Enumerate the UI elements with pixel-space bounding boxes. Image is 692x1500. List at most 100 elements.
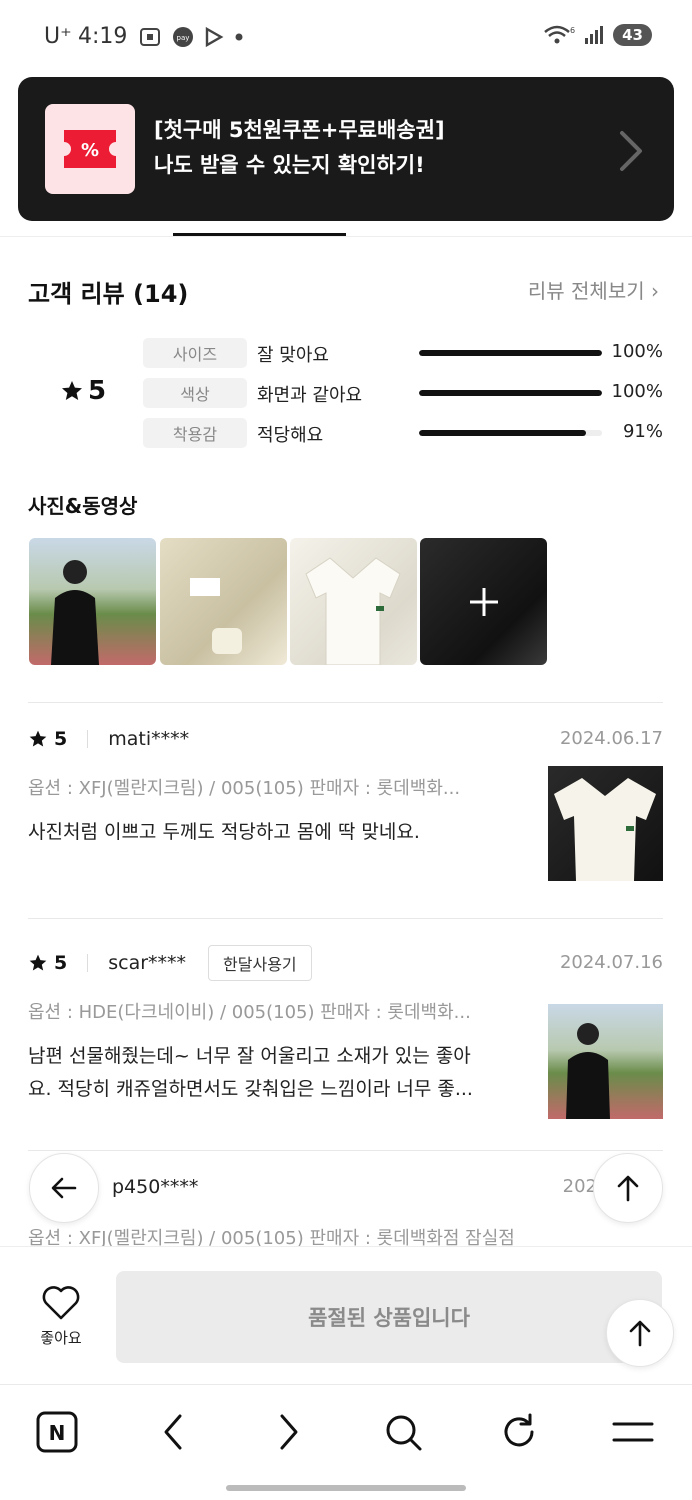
wifi-icon: 6: [544, 25, 575, 44]
attribute-percent: 100%: [611, 381, 663, 402]
shirt-photo: [554, 778, 656, 881]
promo-banner[interactable]: % [첫구매 5천원쿠폰+무료배송권] 나도 받을 수 있는지 확인하기!: [18, 77, 674, 221]
promo-text: [첫구매 5천원쿠폰+무료배송권] 나도 받을 수 있는지 확인하기!: [154, 113, 445, 183]
chevron-right-icon: [620, 131, 642, 171]
review-item: 5 scar**** 한달사용기 2024.07.16 옵션 : HDE(다크네…: [28, 945, 663, 1128]
review-photo[interactable]: [548, 1004, 663, 1119]
review-option: 옵션 : XFJ(멜란지크림) / 005(105) 판매자 : 롯데백화점 잠…: [28, 1228, 515, 1246]
coupon-badge: %: [45, 104, 135, 194]
carrier-label: U⁺: [44, 24, 72, 49]
review-header: 5 scar**** 한달사용기: [28, 945, 312, 981]
review-username: mati****: [108, 728, 190, 750]
review-score: 5: [28, 952, 67, 974]
status-notification-icons: pay: [138, 26, 244, 48]
section-divider: [28, 702, 663, 703]
scroll-top-button[interactable]: [593, 1153, 663, 1223]
more-photos-button[interactable]: [420, 538, 547, 665]
rating-value: 5: [88, 376, 107, 406]
review-option: 옵션 : HDE(다크네이비) / 005(105) 판매자 : 롯데백화...: [28, 1002, 471, 1023]
package-photo: [190, 578, 242, 654]
review-photo[interactable]: [548, 766, 663, 881]
attribute-bar-fill: [419, 350, 602, 356]
naver-logo-icon: N: [36, 1411, 78, 1453]
review-date: 2024.06.17: [559, 728, 663, 749]
browser-refresh-button[interactable]: [496, 1409, 542, 1455]
soldout-button[interactable]: 품절된 상품입니다: [116, 1271, 662, 1363]
star-icon: [62, 381, 82, 400]
person-photo: [51, 560, 99, 665]
attribute-bar: [419, 430, 602, 436]
like-button[interactable]: 좋아요: [34, 1285, 88, 1348]
review-option: 옵션 : XFJ(멜란지크림) / 005(105) 판매자 : 롯데백화...: [28, 778, 461, 799]
browser-search-button[interactable]: [380, 1409, 426, 1455]
review-body: 사진처럼 이쁘고 두께도 적당하고 몸에 딱 맞네요.: [28, 821, 420, 843]
pay-icon: pay: [173, 27, 193, 47]
heart-icon: [42, 1286, 80, 1320]
status-bar: U⁺ 4:19 pay 6 43: [0, 0, 692, 76]
attribute-value: 화면과 같아요: [257, 385, 363, 406]
naver-logo-letter: N: [49, 1421, 66, 1445]
review-photo-thumbnail[interactable]: [290, 538, 417, 665]
attribute-label: 사이즈: [143, 338, 247, 368]
attribute-row-size: 사이즈 잘 맞아요 100%: [143, 338, 663, 368]
average-rating: 5: [60, 376, 106, 406]
attribute-row-color: 색상 화면과 같아요 100%: [143, 378, 663, 408]
home-indicator: [226, 1485, 466, 1491]
promo-line-2: 나도 받을 수 있는지 확인하기!: [154, 153, 425, 177]
review-body-line: 남편 선물해줬는데~ 너무 잘 어울리고 소재가 있는 좋아: [28, 1045, 471, 1067]
see-all-reviews-link[interactable]: 리뷰 전체보기 ›: [528, 275, 659, 304]
status-system-icons: 6 43: [543, 24, 652, 46]
section-divider: [28, 1150, 663, 1151]
back-button[interactable]: [29, 1153, 99, 1223]
person-photo: [566, 1023, 610, 1119]
attribute-percent: 100%: [611, 341, 663, 362]
attribute-bar-fill: [419, 390, 602, 396]
attribute-bar: [419, 390, 602, 396]
browser-forward-button[interactable]: [266, 1409, 312, 1455]
dot-icon: [235, 33, 243, 41]
status-time: 4:19: [78, 24, 128, 49]
svg-text:6: 6: [570, 26, 575, 35]
review-date: 202: [562, 1176, 597, 1197]
battery-indicator: 43: [613, 24, 652, 46]
search-icon: [386, 1415, 422, 1451]
browser-menu-button[interactable]: [610, 1409, 656, 1455]
review-photo-thumbnail[interactable]: [160, 538, 287, 665]
attribute-percent: 91%: [622, 421, 663, 442]
review-item: p450**** 202 옵션 : XFJ(멜란지크림) / 005(105) …: [28, 1172, 663, 1246]
bottom-action-bar: 좋아요 품절된 상품입니다: [0, 1246, 692, 1384]
star-icon: [29, 730, 47, 747]
browser-back-button[interactable]: [150, 1409, 196, 1455]
plus-icon: [469, 587, 498, 616]
attribute-value: 잘 맞아요: [257, 345, 329, 366]
review-item: 5 mati**** 2024.06.17 옵션 : XFJ(멜란지크림) / …: [28, 724, 663, 894]
review-username: p450****: [112, 1176, 199, 1198]
review-date: 2024.07.16: [559, 952, 663, 973]
review-username: scar****: [108, 952, 187, 974]
attribute-bar-fill: [419, 430, 586, 436]
review-photo-thumbnail[interactable]: [29, 538, 156, 665]
naver-home-button[interactable]: N: [34, 1409, 80, 1455]
chevron-right-icon: [280, 1414, 298, 1450]
svg-text:pay: pay: [177, 34, 190, 42]
play-icon: [205, 26, 224, 48]
attribute-label: 색상: [143, 378, 247, 408]
attribute-row-fit: 착용감 적당해요 91%: [143, 418, 663, 448]
review-body-line: 요. 적당히 캐쥬얼하면서도 갖춰입은 느낌이라 너무 좋...: [28, 1078, 473, 1100]
attribute-label: 착용감: [143, 418, 247, 448]
reviews-title: 고객 리뷰 (14): [28, 280, 189, 308]
section-divider: [28, 918, 663, 919]
media-section-title: 사진&동영상: [28, 494, 138, 518]
svg-text:%: %: [81, 140, 99, 161]
promo-line-1: [첫구매 5천원쿠폰+무료배송권]: [154, 118, 445, 142]
review-tag: 한달사용기: [208, 945, 312, 981]
attribute-bar: [419, 350, 602, 356]
header-separator: [87, 730, 89, 748]
review-score-value: 5: [54, 952, 68, 974]
tab-divider: [0, 236, 692, 237]
attribute-value: 적당해요: [257, 425, 324, 446]
back-arrow-icon: [51, 1177, 77, 1199]
like-label: 좋아요: [40, 1329, 82, 1347]
menu-icon: [612, 1422, 654, 1442]
scroll-top-button[interactable]: [606, 1299, 674, 1367]
